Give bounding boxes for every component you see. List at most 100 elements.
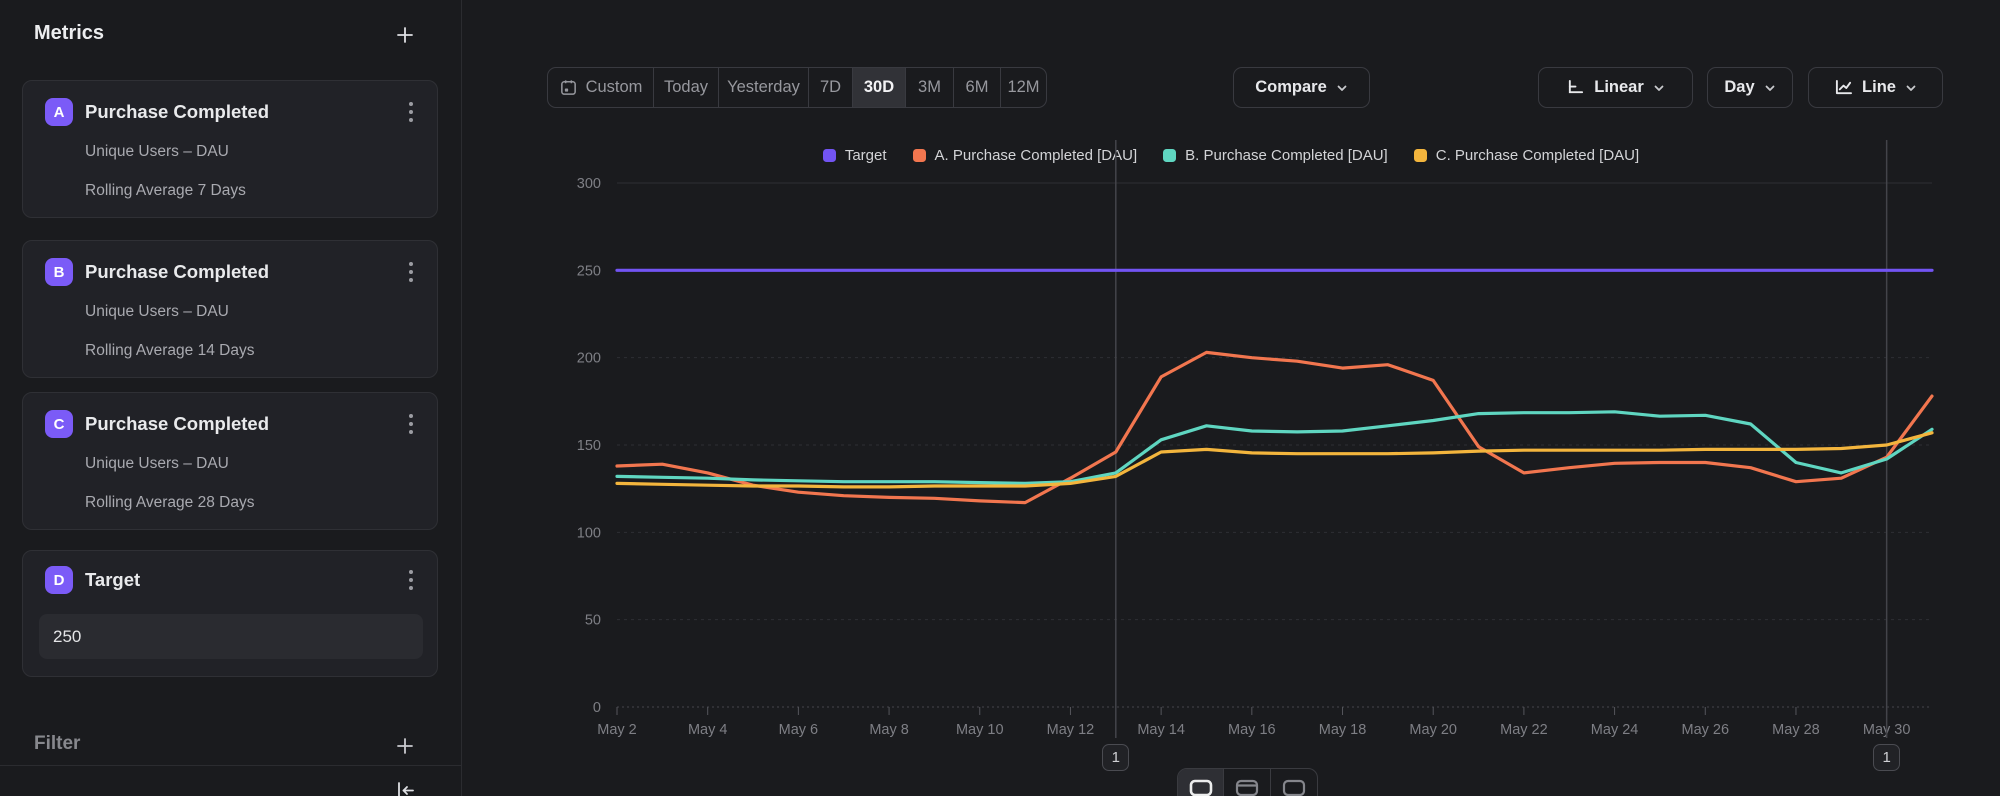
date-range-control: Custom Today Yesterday 7D 30D 3M 6M 12M [547, 67, 1047, 108]
interval-label: Day [1724, 78, 1754, 97]
collapse-sidebar-button[interactable] [392, 778, 418, 796]
x-axis-label: May 6 [779, 722, 819, 738]
range-label: 12M [1007, 78, 1039, 97]
chart-size-toggle [1177, 768, 1318, 796]
sidebar-title: Metrics [34, 22, 104, 45]
chevron-down-icon [1764, 82, 1776, 94]
range-label: 3M [918, 78, 941, 97]
metrics-sidebar: Metrics A Purchase Completed Unique User… [0, 0, 462, 796]
y-axis-label: 200 [577, 351, 601, 367]
panel-large-icon [1281, 778, 1307, 796]
collapse-left-icon [393, 779, 417, 796]
range-today[interactable]: Today [654, 68, 719, 107]
x-axis-label: May 2 [597, 722, 637, 738]
target-value-input[interactable] [39, 614, 423, 659]
range-label: 6M [966, 78, 989, 97]
scale-select-button[interactable]: Linear [1538, 67, 1693, 108]
panel-small-icon [1188, 778, 1214, 796]
y-axis-label: 100 [577, 525, 601, 541]
target-card: D Target [22, 550, 438, 677]
scale-label: Linear [1594, 78, 1644, 97]
range-7d[interactable]: 7D [809, 68, 853, 107]
metric-card-b[interactable]: B Purchase Completed Unique Users – DAU … [22, 240, 438, 378]
metric-menu-button[interactable] [399, 97, 423, 127]
metric-transform: Rolling Average 28 Days [85, 494, 254, 512]
line-chart[interactable]: 0 50 100 150 200 250 300 May 2 May 4 May 6 May 8 Ma… [462, 130, 2000, 796]
metric-card-a[interactable]: A Purchase Completed Unique Users – DAU … [22, 80, 438, 218]
range-12m[interactable]: 12M [1001, 68, 1046, 107]
x-axis-label: May 4 [688, 722, 728, 738]
metric-menu-button[interactable] [399, 257, 423, 287]
chart-type-select-button[interactable]: Line [1808, 67, 1943, 108]
chevron-down-icon [1905, 82, 1917, 94]
y-axis-label: 300 [577, 176, 601, 192]
metric-badge: D [45, 566, 73, 594]
y-axis-label: 150 [577, 438, 601, 454]
calendar-icon [559, 78, 578, 97]
sidebar-divider [0, 765, 462, 766]
metric-badge: C [45, 410, 73, 438]
interval-select-button[interactable]: Day [1707, 67, 1793, 108]
metric-card-c[interactable]: C Purchase Completed Unique Users – DAU … [22, 392, 438, 530]
kebab-icon [408, 569, 414, 591]
x-axis-label: May 14 [1137, 722, 1185, 738]
series-line-c[interactable] [617, 433, 1932, 487]
analytics-dashboard: Metrics A Purchase Completed Unique User… [0, 0, 2000, 796]
y-axis-label: 250 [577, 263, 601, 279]
metric-title: Purchase Completed [85, 261, 269, 283]
x-axis-label: May 24 [1591, 722, 1639, 738]
metric-badge: A [45, 98, 73, 126]
x-axis-label: May 10 [956, 722, 1004, 738]
series-line-b[interactable] [617, 412, 1932, 484]
annotation-chip[interactable]: 1 [1873, 744, 1900, 771]
plus-icon [395, 25, 415, 45]
range-30d-active[interactable]: 30D [853, 68, 906, 107]
annotation-chip[interactable]: 1 [1102, 744, 1129, 771]
compare-button[interactable]: Compare [1233, 67, 1370, 108]
add-metric-button[interactable] [392, 22, 418, 48]
metric-transform: Rolling Average 7 Days [85, 182, 246, 200]
range-6m[interactable]: 6M [954, 68, 1001, 107]
kebab-icon [408, 413, 414, 435]
range-3m[interactable]: 3M [906, 68, 954, 107]
add-filter-button[interactable] [392, 733, 418, 759]
x-axis-label: May 28 [1772, 722, 1820, 738]
chevron-down-icon [1653, 82, 1665, 94]
metric-title: Purchase Completed [85, 101, 269, 123]
kebab-icon [408, 261, 414, 283]
target-menu-button[interactable] [399, 565, 423, 595]
chart-size-small-active[interactable] [1178, 769, 1224, 796]
metric-title: Purchase Completed [85, 413, 269, 435]
chart-type-label: Line [1862, 78, 1896, 97]
x-axis-label: May 26 [1681, 722, 1729, 738]
x-axis-label: May 22 [1500, 722, 1548, 738]
range-label: 7D [820, 78, 841, 97]
y-axis-label: 50 [585, 613, 601, 629]
filter-section-label: Filter [34, 733, 80, 755]
metric-menu-button[interactable] [399, 409, 423, 439]
metric-badge: B [45, 258, 73, 286]
target-title: Target [85, 569, 140, 591]
chart-panel: Custom Today Yesterday 7D 30D 3M 6M 12M … [462, 0, 2000, 796]
chevron-down-icon [1336, 82, 1348, 94]
range-label: 30D [864, 78, 894, 97]
x-axis-label: May 20 [1409, 722, 1457, 738]
range-custom[interactable]: Custom [548, 68, 654, 107]
range-label: Today [664, 78, 708, 97]
y-axis-label: 0 [593, 700, 601, 716]
linear-scale-icon [1566, 79, 1585, 96]
line-chart-icon [1834, 79, 1853, 96]
range-yesterday[interactable]: Yesterday [719, 68, 809, 107]
x-axis-label: May 8 [869, 722, 909, 738]
range-label: Yesterday [727, 78, 800, 97]
range-label: Custom [586, 78, 643, 97]
compare-label: Compare [1255, 78, 1327, 97]
x-axis-label: May 16 [1228, 722, 1276, 738]
chart-size-large[interactable] [1271, 769, 1317, 796]
metric-measure: Unique Users – DAU [85, 143, 229, 161]
plus-icon [395, 736, 415, 756]
metric-measure: Unique Users – DAU [85, 303, 229, 321]
chart-size-medium[interactable] [1224, 769, 1270, 796]
x-axis-label: May 18 [1319, 722, 1367, 738]
metric-transform: Rolling Average 14 Days [85, 342, 254, 360]
